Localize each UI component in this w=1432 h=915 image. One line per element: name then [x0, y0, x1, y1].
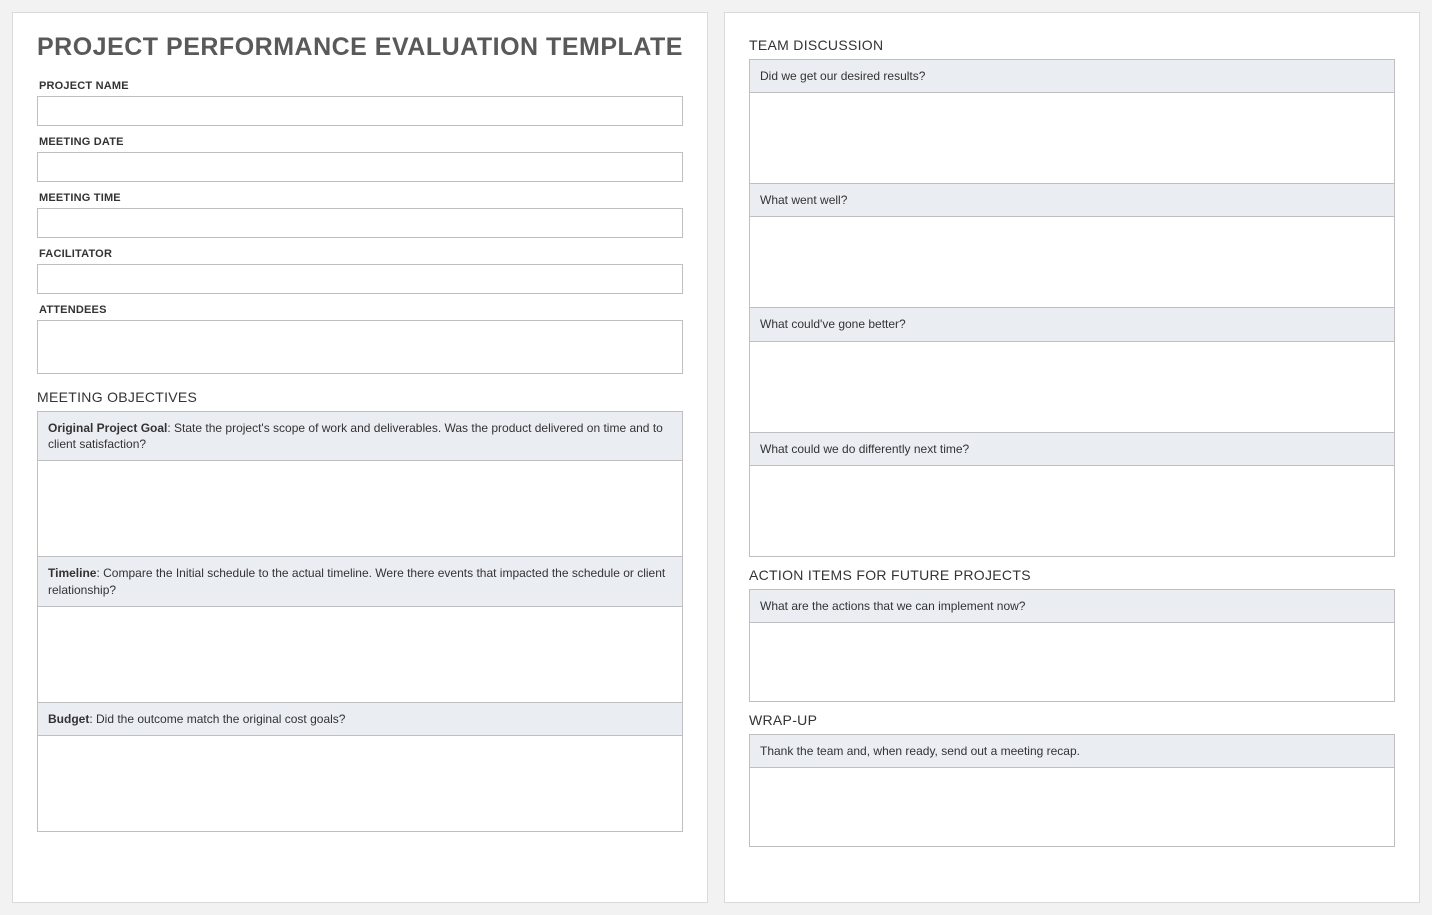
heading-wrapup: WRAP-UP: [749, 712, 1395, 728]
discussion-prompt: What could've gone better?: [750, 308, 1394, 341]
discussion-prompt: What went well?: [750, 184, 1394, 217]
objective-item: Budget: Did the outcome match the origin…: [37, 703, 683, 832]
action-prompt: What are the actions that we can impleme…: [750, 590, 1394, 623]
discussion-group: Did we get our desired results? What wen…: [749, 59, 1395, 557]
input-meeting-date[interactable]: [37, 152, 683, 182]
label-meeting-date: MEETING DATE: [39, 136, 683, 148]
page-title: PROJECT PERFORMANCE EVALUATION TEMPLATE: [37, 33, 683, 62]
discussion-response[interactable]: [750, 466, 1394, 556]
discussion-item: What could we do differently next time?: [749, 433, 1395, 557]
page-2: TEAM DISCUSSION Did we get our desired r…: [724, 12, 1420, 903]
page-1: PROJECT PERFORMANCE EVALUATION TEMPLATE …: [12, 12, 708, 903]
heading-objectives: MEETING OBJECTIVES: [37, 389, 683, 405]
discussion-response[interactable]: [750, 342, 1394, 432]
objective-prompt: Budget: Did the outcome match the origin…: [38, 703, 682, 736]
discussion-response[interactable]: [750, 217, 1394, 307]
document: PROJECT PERFORMANCE EVALUATION TEMPLATE …: [12, 12, 1420, 903]
input-facilitator[interactable]: [37, 264, 683, 294]
discussion-item: Did we get our desired results?: [749, 59, 1395, 184]
heading-actions: ACTION ITEMS FOR FUTURE PROJECTS: [749, 567, 1395, 583]
objective-response[interactable]: [38, 461, 682, 556]
objective-response[interactable]: [38, 607, 682, 702]
objective-prompt: Timeline: Compare the Initial schedule t…: [38, 557, 682, 606]
discussion-item: What could've gone better?: [749, 308, 1395, 432]
objectives-group: Original Project Goal: State the project…: [37, 411, 683, 832]
discussion-response[interactable]: [750, 93, 1394, 183]
wrapup-prompt: Thank the team and, when ready, send out…: [750, 735, 1394, 768]
label-attendees: ATTENDEES: [39, 304, 683, 316]
wrapup-group: Thank the team and, when ready, send out…: [749, 734, 1395, 847]
action-item: What are the actions that we can impleme…: [749, 589, 1395, 702]
input-project-name[interactable]: [37, 96, 683, 126]
objective-item: Original Project Goal: State the project…: [37, 411, 683, 557]
label-project-name: PROJECT NAME: [39, 80, 683, 92]
label-meeting-time: MEETING TIME: [39, 192, 683, 204]
heading-discussion: TEAM DISCUSSION: [749, 37, 1395, 53]
discussion-prompt: Did we get our desired results?: [750, 60, 1394, 93]
objective-response[interactable]: [38, 736, 682, 831]
label-facilitator: FACILITATOR: [39, 248, 683, 260]
objective-prompt: Original Project Goal: State the project…: [38, 412, 682, 461]
action-response[interactable]: [750, 623, 1394, 701]
wrapup-response[interactable]: [750, 768, 1394, 846]
input-meeting-time[interactable]: [37, 208, 683, 238]
objective-item: Timeline: Compare the Initial schedule t…: [37, 557, 683, 702]
discussion-prompt: What could we do differently next time?: [750, 433, 1394, 466]
input-attendees[interactable]: [37, 320, 683, 374]
wrapup-item: Thank the team and, when ready, send out…: [749, 734, 1395, 847]
actions-group: What are the actions that we can impleme…: [749, 589, 1395, 702]
discussion-item: What went well?: [749, 184, 1395, 308]
